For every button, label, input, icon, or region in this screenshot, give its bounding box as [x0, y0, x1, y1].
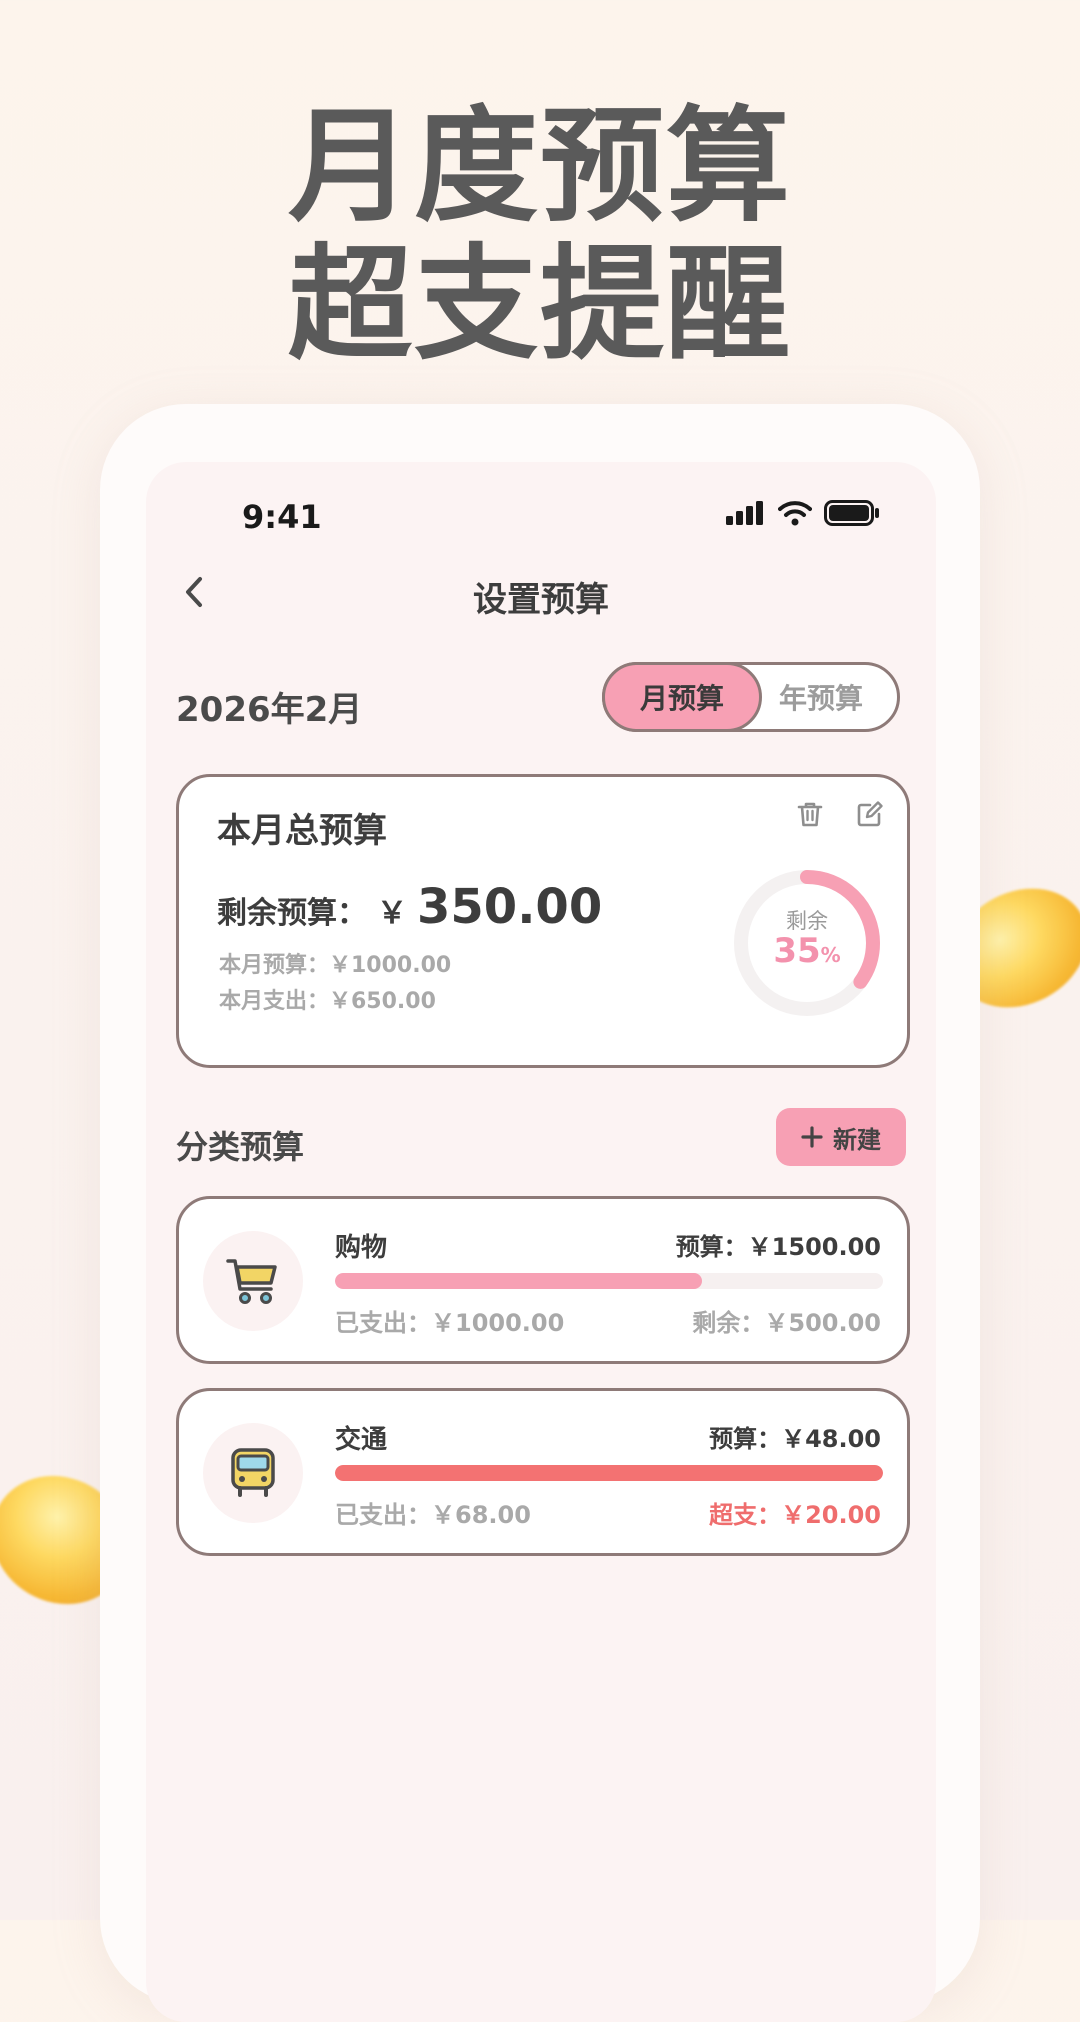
remaining-budget: 剩余预算： ￥ 350.00: [217, 879, 602, 935]
category-remaining: 剩余：￥500.00: [692, 1309, 881, 1337]
new-category-button[interactable]: 新建: [776, 1108, 906, 1166]
bus-icon: [231, 1448, 275, 1497]
ring-percent: 35%: [773, 931, 841, 971]
remaining-budget-amount: 350.00: [417, 879, 603, 935]
battery-icon: [824, 500, 879, 526]
category-progress-bar: [335, 1465, 883, 1481]
card-actions: [795, 799, 885, 829]
shopping-cart-icon: [226, 1259, 277, 1304]
category-budget: 预算：￥48.00: [709, 1425, 881, 1453]
category-card-shopping[interactable]: 购物 预算：￥1500.00 已支出：￥1000.00 剩余：￥500.00: [176, 1196, 910, 1364]
plus-icon: [801, 1126, 823, 1148]
category-spent: 已支出：￥68.00: [335, 1501, 531, 1529]
signal-icon: [726, 501, 763, 525]
category-progress-bar: [335, 1273, 883, 1289]
category-spent: 已支出：￥1000.00: [335, 1309, 565, 1337]
category-progress-fill: [335, 1273, 703, 1289]
tab-monthly-budget[interactable]: 月预算: [602, 662, 762, 732]
phone-frame: 9:41 设置预算 2026年2月 年预算 月预算 本月总预算 剩余预算： ￥ …: [100, 404, 980, 2022]
trash-icon[interactable]: [795, 799, 825, 829]
category-icon-wrap: [203, 1423, 303, 1523]
promo-title-line1: 月度预算: [287, 95, 792, 239]
new-button-label: 新建: [833, 1125, 881, 1154]
category-icon-wrap: [203, 1231, 303, 1331]
total-budget-card: 本月总预算 剩余预算： ￥ 350.00 本月预算：￥1000.00 本月支出：…: [176, 774, 910, 1068]
category-card-transport[interactable]: 交通 预算：￥48.00 已支出：￥68.00 超支：￥20.00: [176, 1388, 910, 1556]
total-budget-title: 本月总预算: [217, 811, 387, 851]
budget-period-toggle: 年预算 月预算: [602, 662, 900, 732]
wifi-icon: [778, 501, 812, 526]
status-icons: [726, 500, 880, 526]
category-progress-fill: [335, 1465, 883, 1481]
category-name: 交通: [335, 1425, 388, 1455]
remaining-budget-label: 剩余预算：: [217, 896, 367, 931]
page-title: 设置预算: [473, 580, 609, 620]
promo-title-line2: 超支提醒: [287, 233, 792, 377]
remaining-ring-chart: 剩余 35%: [729, 865, 885, 1021]
monthly-spent-line: 本月支出：￥650.00: [219, 989, 436, 1014]
tab-yearly-budget[interactable]: 年预算: [745, 665, 897, 729]
edit-icon[interactable]: [855, 799, 885, 829]
status-time: 9:41: [242, 498, 322, 536]
monthly-budget-line: 本月预算：￥1000.00: [219, 953, 452, 978]
category-budget-title: 分类预算: [176, 1128, 305, 1166]
currency-symbol: ￥: [377, 896, 407, 931]
app-screen: 9:41 设置预算 2026年2月 年预算 月预算 本月总预算 剩余预算： ￥ …: [146, 462, 936, 2022]
category-overspend: 超支：￥20.00: [709, 1501, 881, 1529]
category-budget: 预算：￥1500.00: [675, 1233, 881, 1261]
category-name: 购物: [335, 1233, 388, 1263]
period-label: 2026年2月: [176, 690, 363, 730]
